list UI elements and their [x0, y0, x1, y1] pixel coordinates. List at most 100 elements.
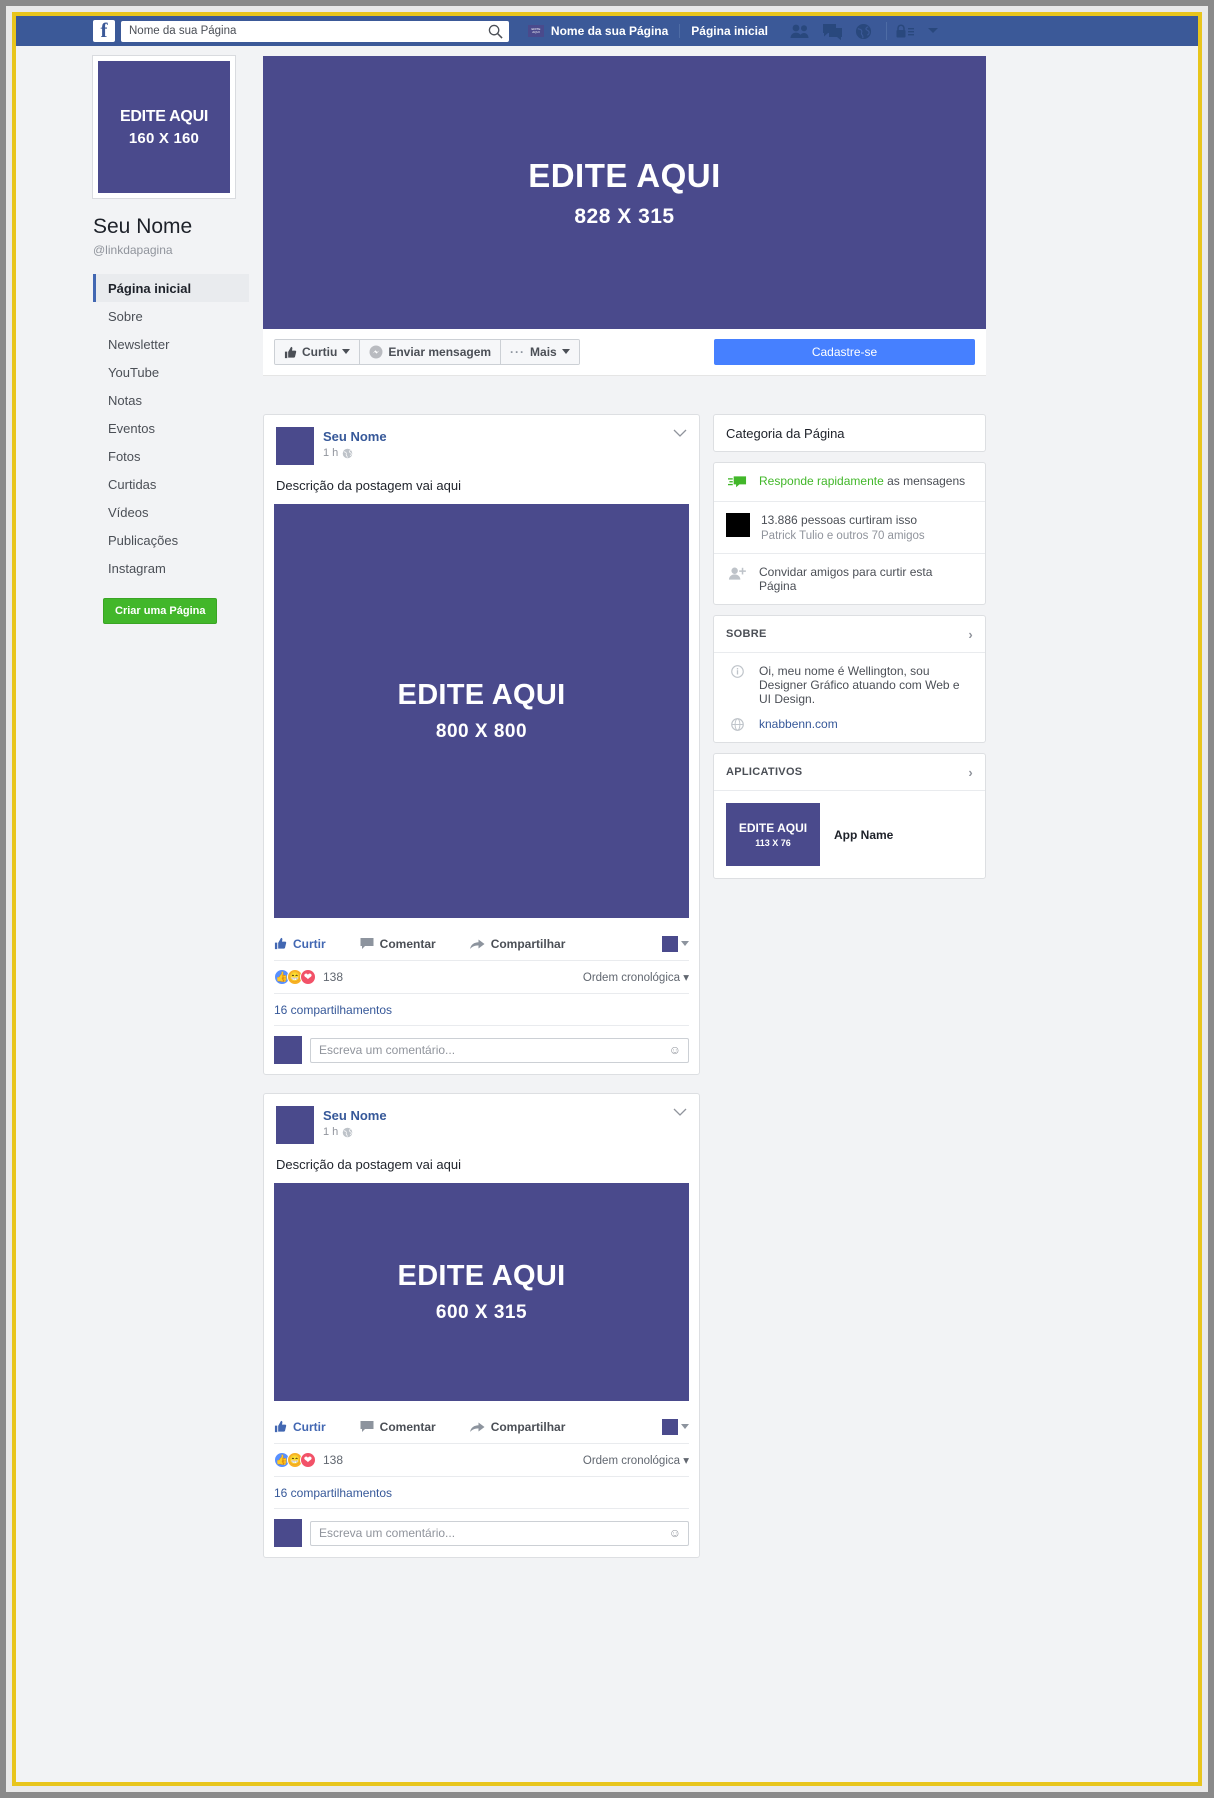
liked-button[interactable]: Curtiu: [275, 340, 361, 364]
sidebar-item-label: Página inicial: [108, 280, 192, 296]
comment-avatar: [274, 1519, 302, 1547]
sidebar-item-newsletter[interactable]: Newsletter: [93, 330, 249, 358]
post-shares-row[interactable]: 16 compartilhamentos: [274, 1477, 689, 1509]
post-options-icon[interactable]: [673, 425, 687, 443]
about-website-link[interactable]: knabbenn.com: [759, 717, 838, 731]
sidebar-item-publicacoes[interactable]: Publicações: [93, 526, 249, 554]
sidebar-item-eventos[interactable]: Eventos: [93, 414, 249, 442]
like-button[interactable]: Curtir: [274, 937, 326, 951]
post-action-row: Curtir Comentar Compartilhar: [274, 927, 689, 961]
page-title: Seu Nome: [93, 215, 193, 238]
emoji-icon[interactable]: ☺: [669, 1526, 681, 1540]
invite-friends-text: Convidar amigos para curtir esta Página: [759, 565, 933, 593]
share-button[interactable]: Compartilhar: [469, 937, 565, 951]
chevron-down-icon[interactable]: [927, 27, 939, 35]
sidebar-item-youtube[interactable]: YouTube: [93, 358, 249, 386]
post-audience-selector[interactable]: [662, 1418, 689, 1435]
post-image-placeholder[interactable]: EDITE AQUI 800 X 800: [274, 504, 689, 918]
responds-quickly-rest: as mensagens: [883, 474, 966, 488]
reaction-count[interactable]: 138: [323, 1453, 343, 1467]
share-icon: [469, 939, 485, 949]
category-card: Categoria da Página: [713, 414, 986, 452]
more-button[interactable]: ··· Mais: [501, 340, 579, 364]
sidebar-item-pagina-inicial[interactable]: Página inicial: [93, 274, 249, 302]
comment-button[interactable]: Comentar: [360, 1420, 436, 1434]
sidebar-item-curtidas[interactable]: Curtidas: [93, 470, 249, 498]
comment-button[interactable]: Comentar: [360, 937, 436, 951]
post-avatar[interactable]: [276, 1106, 314, 1144]
chevron-right-icon[interactable]: ›: [968, 627, 973, 642]
share-button[interactable]: Compartilhar: [469, 1419, 566, 1434]
search-icon[interactable]: [488, 24, 503, 44]
topbar-home-link[interactable]: Página inicial: [691, 24, 768, 38]
comment-order-dropdown[interactable]: Ordem cronológica ▾: [583, 970, 689, 984]
reaction-icons[interactable]: 👍 😁 ❤: [274, 1452, 316, 1468]
comment-order-label: Ordem cronológica: [582, 1455, 681, 1467]
sidebar-item-label: Curtidas: [108, 476, 157, 492]
post-image-line-2: 600 X 315: [435, 1302, 528, 1323]
reaction-count[interactable]: 138: [323, 970, 343, 984]
post-options-icon[interactable]: [673, 1104, 687, 1122]
post-reactions-row: 👍 😁 ❤ 138 Ordem cronológica ▾: [274, 1444, 689, 1477]
post-image-placeholder[interactable]: EDITE AQUI 600 X 315: [274, 1183, 689, 1401]
post-timestamp: 1 h: [323, 447, 387, 459]
app-thumbnail-placeholder[interactable]: EDITE AQUI 113 X 76: [726, 803, 820, 866]
chevron-down-icon: [681, 940, 689, 946]
sidebar-item-instagram[interactable]: Instagram: [93, 554, 249, 582]
post-timestamp: 1 h: [323, 1126, 387, 1138]
app-item[interactable]: EDITE AQUI 113 X 76 App Name: [714, 790, 985, 878]
facebook-topbar: f EDITE AQUI Nome da sua Página Página i…: [16, 16, 1198, 46]
comment-input[interactable]: Escreva um comentário... ☺: [310, 1520, 689, 1546]
post-image-line-1: EDITE AQUI: [397, 1260, 566, 1292]
topbar-nav: EDITE AQUI Nome da sua Página Página ini…: [527, 16, 1198, 46]
facebook-logo-icon[interactable]: f: [93, 20, 115, 42]
invite-friends-row[interactable]: Convidar amigos para curtir esta Página: [714, 553, 985, 604]
sidebar-item-notas[interactable]: Notas: [93, 386, 249, 414]
sidebar-item-sobre[interactable]: Sobre: [93, 302, 249, 330]
messages-icon[interactable]: [822, 23, 843, 40]
friends-icon[interactable]: [790, 23, 810, 39]
comment-composer: Escreva um comentário... ☺: [264, 1509, 699, 1557]
chevron-down-icon: [681, 1423, 689, 1429]
about-card: SOBRE › Oi, meu nome é Wellington, sou D…: [713, 615, 986, 743]
privacy-lock-icon[interactable]: [895, 24, 915, 39]
post-author[interactable]: Seu Nome: [323, 1108, 387, 1123]
apps-card: APLICATIVOS › EDITE AQUI 113 X 76 App Na…: [713, 753, 986, 879]
post-card: Seu Nome 1 h Descrição da postagem vai a…: [263, 414, 700, 1075]
ellipsis-icon: ···: [510, 345, 526, 359]
cover-photo-placeholder[interactable]: EDITE AQUI 828 X 315: [263, 56, 986, 329]
chevron-right-icon[interactable]: ›: [968, 765, 973, 780]
search-box[interactable]: [121, 20, 509, 44]
post-avatar[interactable]: [276, 427, 314, 465]
sidebar-item-fotos[interactable]: Fotos: [93, 442, 249, 470]
post-shares-row[interactable]: 16 compartilhamentos: [274, 994, 689, 1026]
page-action-buttons: Curtiu Enviar mensagem ··· Mais: [274, 339, 580, 365]
globe-icon[interactable]: [855, 23, 872, 40]
topbar-page-thumbnail[interactable]: EDITE AQUI: [527, 25, 544, 37]
comment-label: Comentar: [379, 936, 436, 951]
sidebar-item-label: Vídeos: [108, 504, 149, 520]
search-input[interactable]: [121, 20, 509, 42]
profile-picture-placeholder[interactable]: EDITE AQUI 160 X 160: [93, 56, 235, 198]
post-audience-selector[interactable]: [662, 935, 689, 952]
signup-button[interactable]: Cadastre-se: [714, 339, 975, 365]
share-label: Compartilhar: [490, 1419, 566, 1434]
quick-reply-icon: [726, 474, 748, 490]
sidebar-item-videos[interactable]: Vídeos: [93, 498, 249, 526]
like-button[interactable]: Curtir: [274, 1420, 326, 1434]
likes-friends: Patrick Tulio e outros 70 amigos: [761, 530, 925, 542]
topbar-page-name[interactable]: Nome da sua Página: [551, 24, 681, 38]
send-message-button[interactable]: Enviar mensagem: [360, 340, 502, 364]
category-title: Categoria da Página: [726, 425, 845, 441]
audience-avatar: [662, 1418, 678, 1435]
responds-quickly-link[interactable]: Responde rapidamente: [759, 474, 884, 488]
post-author[interactable]: Seu Nome: [323, 429, 387, 444]
emoji-icon[interactable]: ☺: [669, 1043, 681, 1057]
create-page-button[interactable]: Criar uma Página: [103, 598, 218, 624]
about-website-row: knabbenn.com: [714, 717, 985, 742]
comment-input[interactable]: Escreva um comentário... ☺: [310, 1037, 689, 1063]
reaction-icons[interactable]: 👍 😁 ❤: [274, 969, 316, 985]
about-title-label: SOBRE: [726, 628, 767, 640]
avatar-line-2: 160 X 160: [128, 129, 200, 147]
comment-order-dropdown[interactable]: Ordem cronológica ▾: [583, 1453, 689, 1467]
